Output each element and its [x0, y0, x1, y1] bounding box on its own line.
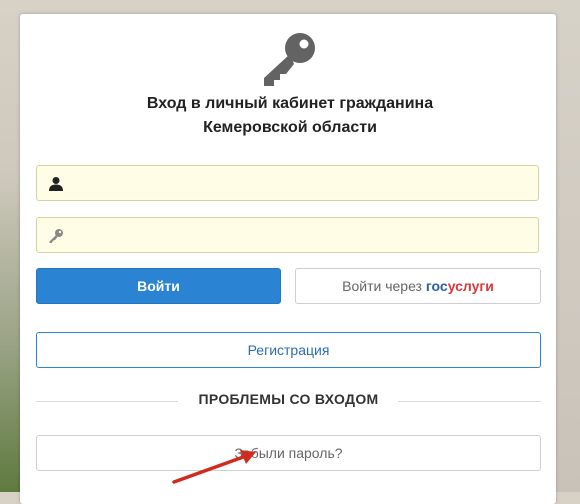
background-right-strip — [556, 0, 580, 492]
login-input[interactable] — [71, 166, 535, 202]
gosuslugi-prefix: Войти через — [342, 278, 426, 294]
login-field[interactable] — [36, 165, 539, 202]
user-icon — [49, 177, 63, 191]
problems-heading: ПРОБЛЕМЫ СО ВХОДОМ — [198, 391, 379, 407]
page-title-line2: Кемеровской области — [203, 119, 377, 136]
gosuslugi-brand-uslugi: услуги — [447, 278, 494, 294]
divider-right — [398, 401, 541, 402]
page-title-line1: Вход в личный кабинет гражданина — [146, 95, 434, 112]
annotation-arrow-icon — [172, 450, 256, 484]
login-button[interactable]: Войти — [36, 268, 281, 304]
gosuslugi-brand-gos: гос — [425, 278, 448, 294]
key-icon — [264, 33, 315, 86]
password-input[interactable] — [71, 218, 535, 254]
register-button[interactable]: Регистрация — [36, 332, 541, 368]
password-field[interactable] — [36, 217, 539, 254]
key-small-icon — [49, 229, 63, 243]
forgot-password-button[interactable]: Забыли пароль? — [36, 435, 541, 471]
gosuslugi-login-button[interactable]: Войти через госуслуги — [295, 268, 541, 304]
